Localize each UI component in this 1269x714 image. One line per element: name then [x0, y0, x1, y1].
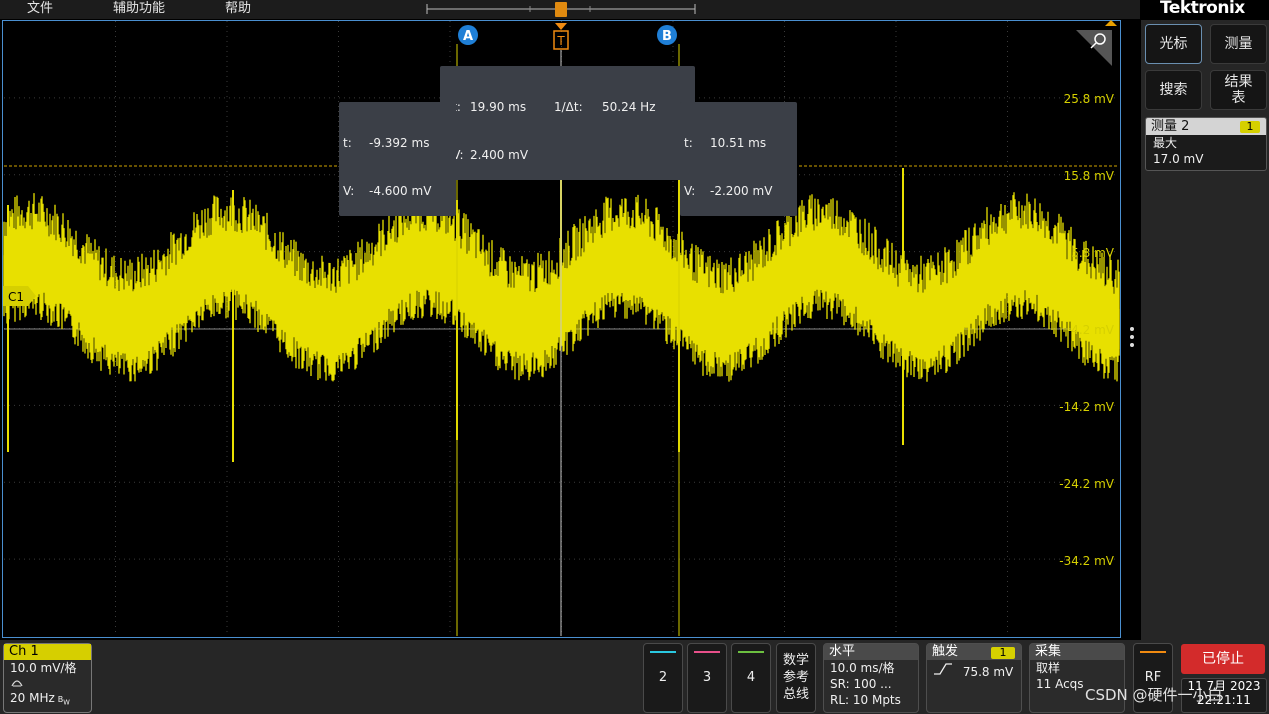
trigger-badge[interactable]: 触发 1 75.8 mV [926, 643, 1022, 713]
trigger-level: 75.8 mV [962, 665, 1014, 679]
measurement-title: 测量 2 [1151, 119, 1190, 134]
cursor-a-voltage: -4.600 mV [369, 184, 432, 198]
scale-label: -4.2 mV [1066, 323, 1114, 337]
channel-2-button[interactable]: 2 [643, 643, 683, 713]
run-stop-button[interactable]: 已停止 [1181, 644, 1265, 674]
cursor-b-readout: t: 10.51 ms V: -2.200 mV [680, 102, 797, 216]
measurement-channel-chip: 1 [1240, 121, 1260, 133]
delta-readout: Δt:19.90 ms1/Δt:50.24 Hz ΔV:2.400 mV [440, 66, 695, 180]
rising-edge-icon [934, 663, 952, 675]
right-panel [1130, 20, 1269, 640]
cursor-button[interactable]: 光标 [1145, 24, 1202, 64]
zoom-icon[interactable] [1076, 30, 1112, 66]
delta-v-value: 2.400 mV [470, 148, 529, 162]
sample-rate: SR: 100 ... [830, 677, 892, 691]
trigger-level-arrow [1105, 20, 1117, 26]
measure-button[interactable]: 测量 [1210, 24, 1267, 64]
measurement-type: 最大 [1153, 136, 1178, 150]
results-table-button[interactable]: 结果 表 [1210, 70, 1267, 110]
trigger-position-marker[interactable] [555, 23, 567, 30]
trigger-marker-label: T [556, 34, 565, 48]
cursor-b-time: 10.51 ms [710, 136, 767, 150]
trigger-channel-chip: 1 [991, 647, 1015, 659]
scale-label: 5.8 mV [1071, 246, 1114, 260]
coupling-icon [4, 676, 91, 690]
cursor-b-label: B [662, 29, 672, 44]
ch1-title: Ch 1 [4, 644, 91, 660]
cursor-a-time: -9.392 ms [369, 136, 430, 150]
scale-label: -24.2 mV [1059, 477, 1114, 491]
channel-4-button[interactable]: 4 [731, 643, 771, 713]
watermark: CSDN @硬件一小白 [1085, 686, 1223, 704]
channel-3-button[interactable]: 3 [687, 643, 727, 713]
search-button[interactable]: 搜索 [1145, 70, 1202, 110]
scale-label: 25.8 mV [1063, 92, 1114, 106]
record-length: RL: 10 Mpts [830, 693, 901, 707]
ch1-marker-label: C1 [8, 290, 24, 304]
cursor-b-voltage: -2.200 mV [710, 184, 773, 198]
ch1-bandwidth: 20 MHz [10, 691, 55, 705]
horizontal-badge[interactable]: 水平 10.0 ms/格 SR: 100 ... RL: 10 Mpts [823, 643, 919, 713]
scale-label: -14.2 mV [1059, 400, 1114, 414]
inv-delta-t-value: 50.24 Hz [602, 100, 656, 114]
scale-label: -34.2 mV [1059, 554, 1114, 568]
horizontal-scale: 10.0 ms/格 [830, 661, 895, 675]
measurement-badge[interactable]: 测量 2 1 最大 17.0 mV [1145, 117, 1267, 171]
delta-t-value: 19.90 ms [470, 100, 527, 114]
cursor-a-readout: t: -9.392 ms V: -4.600 mV [339, 102, 456, 216]
acquisition-mode: 取样 [1036, 661, 1061, 675]
measurement-value: 17.0 mV [1153, 152, 1204, 166]
tektronix-logo: Tektronix [1160, 0, 1245, 18]
math-ref-bus-button[interactable]: 数学 参考 总线 [776, 643, 816, 713]
panel-handle-icon[interactable] [1129, 325, 1135, 349]
cursor-a-label: A [463, 29, 473, 44]
bandwidth-limit-icon: BW [57, 695, 70, 707]
scale-label: 15.8 mV [1063, 169, 1114, 183]
ch1-scale: 10.0 mV/格 [10, 661, 77, 675]
ch1-badge[interactable]: Ch 1 10.0 mV/格 20 MHz BW [3, 643, 92, 713]
